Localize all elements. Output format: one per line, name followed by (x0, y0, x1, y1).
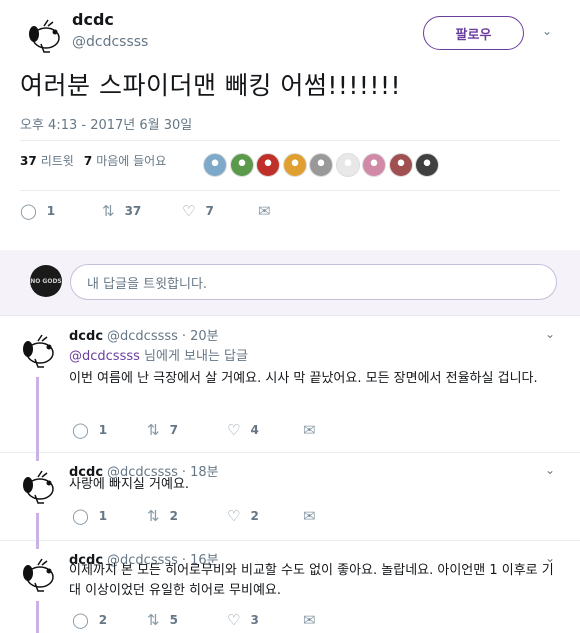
liker-avatar[interactable] (282, 153, 307, 177)
reply-actions: ◯ 2 ⇅ 5 ♡ 3 ✉ (72, 611, 326, 629)
reply-tweet[interactable]: dcdc @dcdcssss · 20분 ⌄ @dcdcssss 님에게 보내는 답글… (0, 317, 580, 455)
reply-icon: ◯ (72, 611, 89, 629)
tweet-timestamp[interactable]: 오후 4:13 - 2017년 6월 30일 (20, 114, 192, 133)
follow-button[interactable]: 팔로우 (423, 16, 524, 50)
reply-button[interactable]: ◯ 1 (72, 507, 147, 525)
author-handle[interactable]: @dcdcssss (107, 329, 178, 344)
retweets-stat[interactable]: 37 리트윗 (20, 152, 74, 169)
liker-avatar[interactable] (309, 153, 333, 177)
envelope-icon: ✉ (303, 421, 316, 439)
snoopy-avatar-icon (23, 334, 54, 368)
likes-stat[interactable]: 7 마음에 들어요 (84, 152, 166, 169)
current-user-avatar: NO GODS (30, 265, 62, 297)
avatar[interactable] (14, 463, 62, 511)
reply-time[interactable]: 20분 (190, 329, 219, 344)
reply-button[interactable]: ◯ 1 (20, 202, 102, 220)
liker-avatar[interactable] (388, 153, 413, 177)
divider (20, 190, 560, 191)
liker-avatar[interactable] (203, 153, 227, 177)
thread-line (36, 453, 39, 461)
like-button[interactable]: ♡ 2 (227, 507, 303, 525)
snoopy-avatar-icon (23, 470, 54, 504)
author-name[interactable]: dcdc (72, 10, 114, 29)
reply-tweet[interactable]: dcdc @dcdcssss · 18분 ⌄ 사랑에 빠지실 거예요. ◯ 1 ⇅ 2 ♡… (0, 453, 580, 541)
liker-avatar[interactable] (362, 153, 386, 177)
reply-input[interactable]: 내 답글을 트윗합니다. (70, 264, 557, 300)
like-button[interactable]: ♡ 7 (182, 202, 258, 220)
reply-composer: NO GODS 내 답글을 트윗합니다. (0, 250, 580, 316)
heart-icon: ♡ (182, 202, 196, 220)
main-tweet: dcdc @dcdcssss 팔로우 ⌄ 여러분 스파이더맨 빼킹 어썸!!!!… (0, 0, 580, 250)
reply-actions: ◯ 1 ⇅ 2 ♡ 2 ✉ (72, 507, 326, 525)
reply-text: 사랑에 빠지실 거예요. (69, 477, 190, 492)
dm-button[interactable]: ✉ (303, 611, 326, 629)
divider (20, 140, 560, 141)
snoopy-avatar-icon (29, 19, 60, 53)
reply-text: 이제까지 본 모든 히어로무비와 비교할 수도 없이 좋아요. 놀랍네요. 아이… (69, 563, 554, 598)
tweet-stats: 37 리트윗 7 마음에 들어요 (20, 152, 176, 169)
dm-button[interactable]: ✉ (258, 202, 281, 220)
dm-button[interactable]: ✉ (303, 421, 326, 439)
heart-icon: ♡ (227, 421, 241, 439)
retweet-icon: ⇅ (102, 202, 115, 220)
thread-line (36, 601, 39, 633)
reply-tweet[interactable]: dcdc @dcdcssss · 16분 ⌄ 이제까지 본 모든 히어로무비와 비교할… (0, 541, 580, 633)
reply-header: dcdc @dcdcssss · 20분 (69, 325, 219, 344)
reply-text: 이번 여름에 난 극장에서 살 거예요. 시사 막 끝났어요. 모든 장면에서 … (69, 371, 538, 386)
liker-avatar[interactable] (335, 153, 360, 177)
retweet-button[interactable]: ⇅ 7 (147, 421, 227, 439)
chevron-down-icon[interactable]: ⌄ (542, 24, 552, 38)
tweet-actions: ◯ 1 ⇅ 37 ♡ 7 ✉ (20, 202, 281, 220)
reply-icon: ◯ (72, 421, 89, 439)
heart-icon: ♡ (227, 507, 241, 525)
thread-line (36, 377, 39, 455)
chevron-down-icon[interactable]: ⌄ (545, 327, 555, 341)
tweet-text: 여러분 스파이더맨 빼킹 어썸!!!!!!! (20, 71, 401, 100)
thread-line (36, 513, 39, 541)
retweet-button[interactable]: ⇅ 2 (147, 507, 227, 525)
reply-actions: ◯ 1 ⇅ 7 ♡ 4 ✉ (72, 421, 326, 439)
retweet-icon: ⇅ (147, 421, 160, 439)
thread-line (36, 541, 39, 549)
dm-button[interactable]: ✉ (303, 507, 326, 525)
envelope-icon: ✉ (303, 611, 316, 629)
author-handle[interactable]: @dcdcssss (72, 34, 148, 50)
retweet-button[interactable]: ⇅ 37 (102, 202, 182, 220)
replying-to-suffix: 님에게 보내는 답글 (144, 349, 248, 364)
liker-avatar[interactable] (229, 153, 254, 177)
envelope-icon: ✉ (303, 507, 316, 525)
author-name[interactable]: dcdc (69, 329, 103, 344)
avatar[interactable] (14, 551, 62, 599)
reply-icon: ◯ (20, 202, 37, 220)
avatar[interactable] (20, 12, 68, 60)
snoopy-avatar-icon (23, 558, 54, 592)
retweet-icon: ⇅ (147, 507, 160, 525)
retweet-icon: ⇅ (147, 611, 160, 629)
retweet-button[interactable]: ⇅ 5 (147, 611, 227, 629)
liker-avatar[interactable] (415, 153, 439, 177)
envelope-icon: ✉ (258, 202, 271, 220)
reply-icon: ◯ (72, 507, 89, 525)
separator: · (181, 329, 187, 344)
like-button[interactable]: ♡ 3 (227, 611, 303, 629)
heart-icon: ♡ (227, 611, 241, 629)
liker-avatar[interactable] (256, 153, 280, 177)
like-button[interactable]: ♡ 4 (227, 421, 303, 439)
reply-button[interactable]: ◯ 2 (72, 611, 147, 629)
replying-to: @dcdcssss 님에게 보내는 답글 (69, 345, 248, 364)
mention-link[interactable]: @dcdcssss (69, 349, 140, 364)
liker-avatars (203, 153, 442, 177)
avatar[interactable] (14, 327, 62, 375)
reply-button[interactable]: ◯ 1 (72, 421, 147, 439)
